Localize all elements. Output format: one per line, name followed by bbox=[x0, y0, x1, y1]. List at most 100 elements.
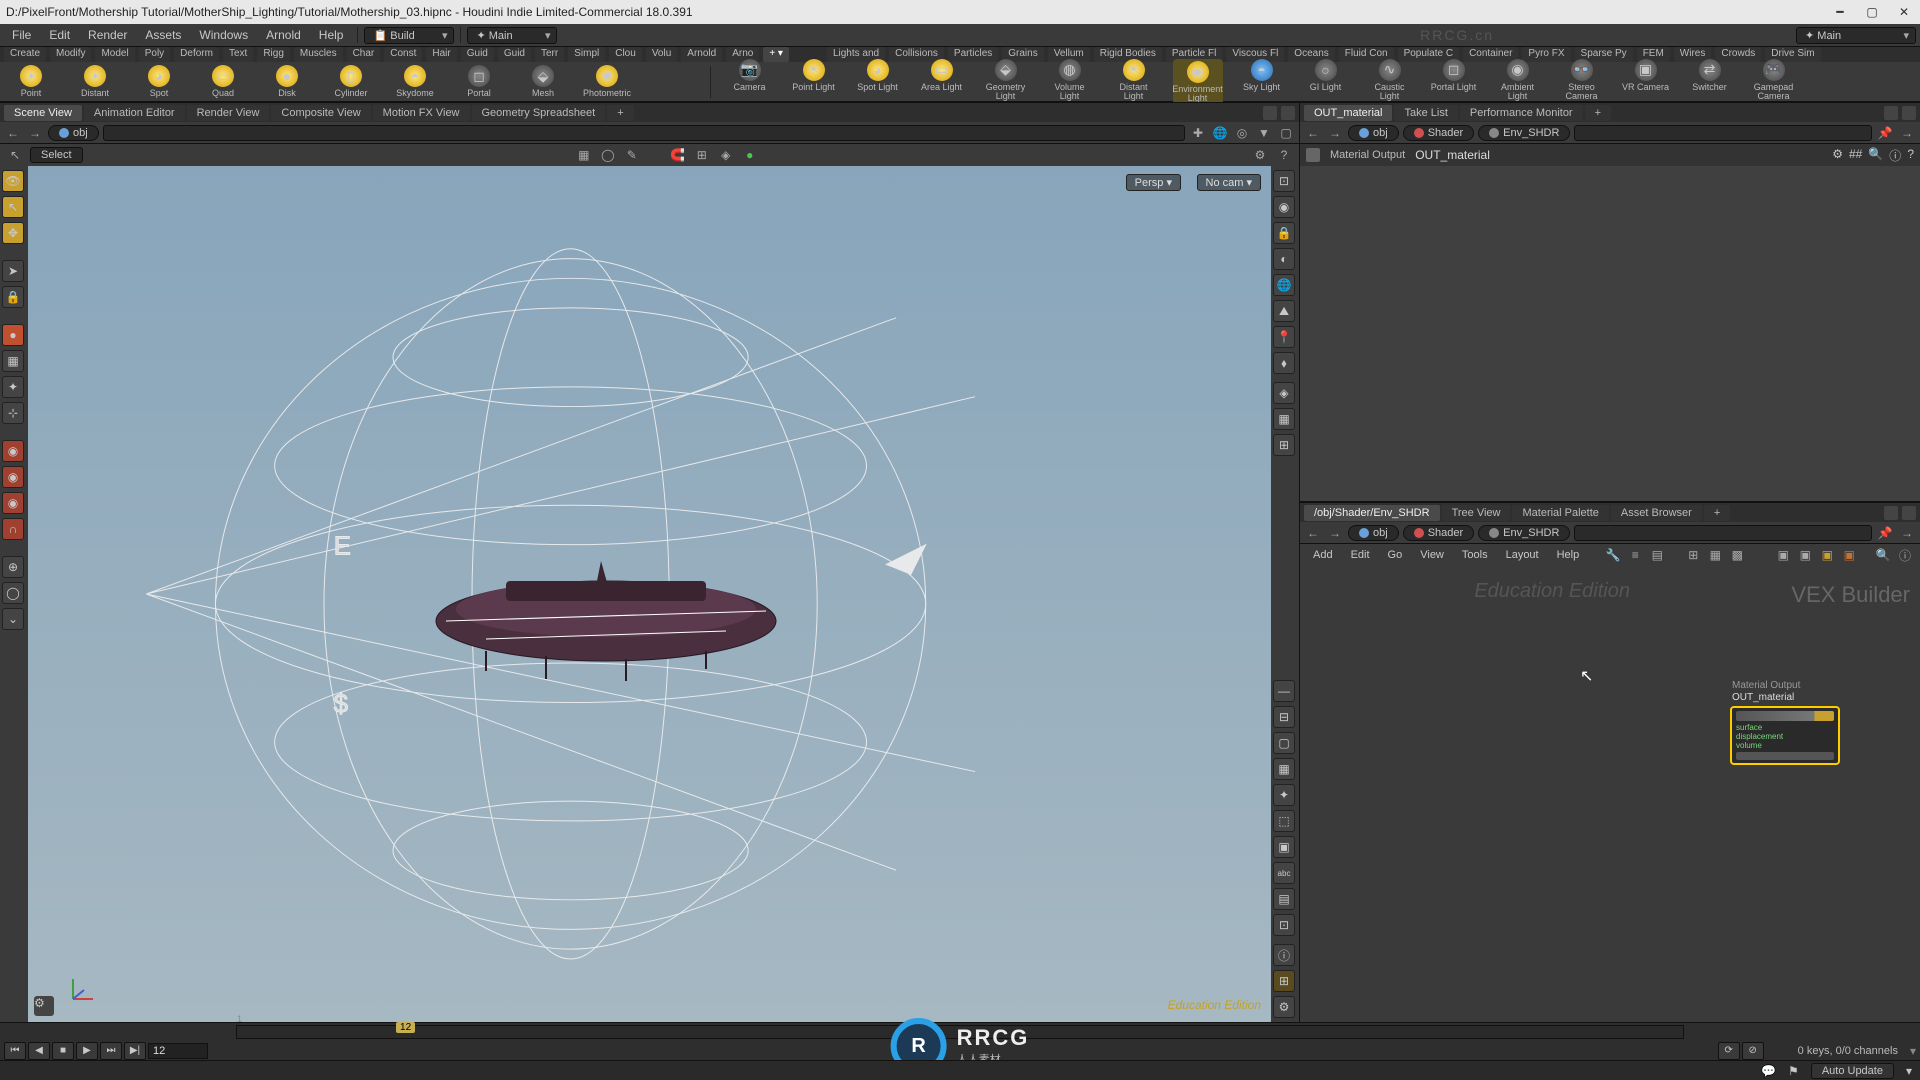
shelf-tab[interactable]: Arnold bbox=[681, 47, 722, 62]
light-tool[interactable]: ∿Caustic Light bbox=[1365, 59, 1415, 105]
main-path[interactable]: ✦ Main bbox=[1796, 27, 1916, 44]
help-icon[interactable]: ? bbox=[1907, 147, 1914, 164]
node-port[interactable]: volume bbox=[1736, 741, 1834, 750]
tool-btn[interactable]: ∩ bbox=[2, 518, 24, 540]
disp-icon[interactable]: ▦ bbox=[1273, 758, 1295, 780]
nav-icon[interactable]: ◎ bbox=[1233, 124, 1251, 142]
color-icon[interactable]: ▣ bbox=[1774, 546, 1792, 564]
shelf-tab[interactable]: Clou bbox=[609, 47, 642, 62]
gear-icon[interactable]: ⚙ bbox=[1832, 147, 1843, 164]
ghost-icon[interactable]: ◐ bbox=[1273, 248, 1295, 270]
shelf-tab[interactable]: Deform bbox=[174, 47, 219, 62]
path-field[interactable] bbox=[1574, 125, 1872, 141]
lasso-icon[interactable]: ◯ bbox=[599, 146, 617, 164]
nmenu-tools[interactable]: Tools bbox=[1455, 547, 1495, 563]
snapshot-tool[interactable]: ▦ bbox=[2, 350, 24, 372]
node-flag-bar[interactable] bbox=[1736, 711, 1834, 721]
disp-icon[interactable]: ⊡ bbox=[1273, 914, 1295, 936]
grid-icon[interactable]: ▩ bbox=[1728, 546, 1746, 564]
lock-tool[interactable]: 🔒 bbox=[2, 286, 24, 308]
shading-icon[interactable]: ▦ bbox=[575, 146, 593, 164]
breadcrumb[interactable]: obj bbox=[1348, 125, 1399, 141]
search-icon[interactable]: 🔍 bbox=[1874, 546, 1892, 564]
back-icon[interactable]: ← bbox=[1304, 124, 1322, 142]
menu-edit[interactable]: Edit bbox=[41, 26, 78, 44]
nmenu-go[interactable]: Go bbox=[1381, 547, 1410, 563]
flag-icon[interactable]: ⚑ bbox=[1788, 1064, 1799, 1078]
search-icon[interactable]: 🔍 bbox=[1868, 147, 1883, 164]
pane-tab[interactable]: OUT_material bbox=[1304, 105, 1392, 121]
pane-tab[interactable]: Material Palette bbox=[1512, 505, 1608, 521]
light-tool[interactable]: ▭Area Light bbox=[917, 59, 967, 105]
brush-icon[interactable]: ✎ bbox=[623, 146, 641, 164]
network-canvas[interactable]: Education Edition VEX Builder ↖ Material… bbox=[1300, 566, 1920, 1022]
grid-icon[interactable]: ▦ bbox=[1706, 546, 1724, 564]
flag-icon[interactable]: ▢ bbox=[1277, 124, 1295, 142]
stop-button[interactable]: ■ bbox=[52, 1042, 74, 1060]
disp-icon[interactable]: ▣ bbox=[1273, 836, 1295, 858]
shelf-tab[interactable]: Terr bbox=[535, 47, 564, 62]
camera-tool[interactable]: ▣VR Camera bbox=[1621, 59, 1671, 105]
vp-option-icon[interactable]: ⚙ bbox=[34, 996, 54, 1016]
disp-icon[interactable]: ⬚ bbox=[1273, 810, 1295, 832]
light-tool[interactable]: ◻Portal Light bbox=[1429, 59, 1479, 105]
menu-assets[interactable]: Assets bbox=[137, 26, 189, 44]
camera-tool[interactable]: 📷Camera bbox=[725, 59, 775, 105]
display-opt-icon[interactable]: ◉ bbox=[1273, 196, 1295, 218]
breadcrumb[interactable]: Env_SHDR bbox=[1478, 125, 1570, 141]
menu-file[interactable]: File bbox=[4, 26, 39, 44]
nmenu-edit[interactable]: Edit bbox=[1344, 547, 1377, 563]
minimize-button[interactable]: ━ bbox=[1830, 5, 1850, 19]
breadcrumb[interactable]: Shader bbox=[1403, 525, 1474, 541]
pane-tab-add[interactable]: + bbox=[607, 105, 633, 121]
light-tool[interactable]: ✺Photometric bbox=[582, 65, 632, 98]
light-tool[interactable]: ◕Spot bbox=[134, 65, 184, 98]
light-tool[interactable]: ☀Point bbox=[6, 65, 56, 98]
visible-icon[interactable]: ● bbox=[741, 146, 759, 164]
construct-icon[interactable]: ◈ bbox=[717, 146, 735, 164]
menu-render[interactable]: Render bbox=[80, 26, 135, 44]
info-icon[interactable]: ⓘ bbox=[1896, 546, 1914, 564]
close-button[interactable]: ✕ bbox=[1894, 5, 1914, 19]
camera-tool[interactable]: 👓Stereo Camera bbox=[1557, 59, 1607, 105]
globe-icon[interactable]: 🌐 bbox=[1273, 274, 1295, 296]
globe-icon[interactable]: 🌐 bbox=[1211, 124, 1229, 142]
nmenu-help[interactable]: Help bbox=[1550, 547, 1587, 563]
pane-tab[interactable]: Scene View bbox=[4, 105, 82, 121]
pin-icon[interactable] bbox=[1884, 106, 1898, 120]
network-node[interactable]: Material OutputOUT_material surface disp… bbox=[1730, 706, 1840, 765]
light-tool[interactable]: ☀Distant bbox=[70, 65, 120, 98]
pin-icon[interactable] bbox=[1884, 506, 1898, 520]
grid-icon[interactable]: ⊞ bbox=[1684, 546, 1702, 564]
breadcrumb[interactable]: Env_SHDR bbox=[1478, 525, 1570, 541]
display-opt-icon[interactable]: ⊡ bbox=[1273, 170, 1295, 192]
fullscreen-icon[interactable] bbox=[1281, 106, 1295, 120]
prev-frame-button[interactable]: ◀ bbox=[28, 1042, 50, 1060]
light-tool[interactable]: ◉Environment Light bbox=[1173, 59, 1223, 105]
select-icon[interactable]: ↖ bbox=[6, 146, 24, 164]
shelf-tab[interactable]: Hair bbox=[426, 47, 456, 62]
breadcrumb[interactable]: obj bbox=[1348, 525, 1399, 541]
pane-tab-add[interactable]: + bbox=[1585, 105, 1611, 121]
lock-icon[interactable]: 🔒 bbox=[1273, 222, 1295, 244]
light-tool[interactable]: ⬙Geometry Light bbox=[981, 59, 1031, 105]
view-tool[interactable]: 👁 bbox=[2, 170, 24, 192]
shelf-tab[interactable]: Rigg bbox=[257, 47, 290, 62]
gear-icon[interactable]: ⚙ bbox=[1273, 996, 1295, 1018]
disp-icon[interactable]: ⊟ bbox=[1273, 706, 1295, 728]
fullscreen-icon[interactable] bbox=[1902, 106, 1916, 120]
menu-windows[interactable]: Windows bbox=[191, 26, 256, 44]
move-tool[interactable]: ✥ bbox=[2, 222, 24, 244]
nav-icon[interactable]: → bbox=[1898, 524, 1916, 542]
info-icon[interactable]: ⓘ bbox=[1273, 944, 1295, 966]
fullscreen-icon[interactable] bbox=[1902, 506, 1916, 520]
current-frame-field[interactable] bbox=[148, 1043, 208, 1059]
menu-help[interactable]: Help bbox=[311, 26, 352, 44]
breadcrumb[interactable]: obj bbox=[48, 125, 99, 141]
light-tool[interactable]: ◉Ambient Light bbox=[1493, 59, 1543, 105]
abc-icon[interactable]: abc bbox=[1273, 862, 1295, 884]
layout-icon[interactable]: ⊞ bbox=[1273, 970, 1295, 992]
chevron-icon[interactable]: ▾ bbox=[1906, 1064, 1912, 1078]
light-tool[interactable]: ◓Skydome bbox=[390, 65, 440, 98]
camera-tool[interactable]: 🎮Gamepad Camera bbox=[1749, 59, 1799, 105]
